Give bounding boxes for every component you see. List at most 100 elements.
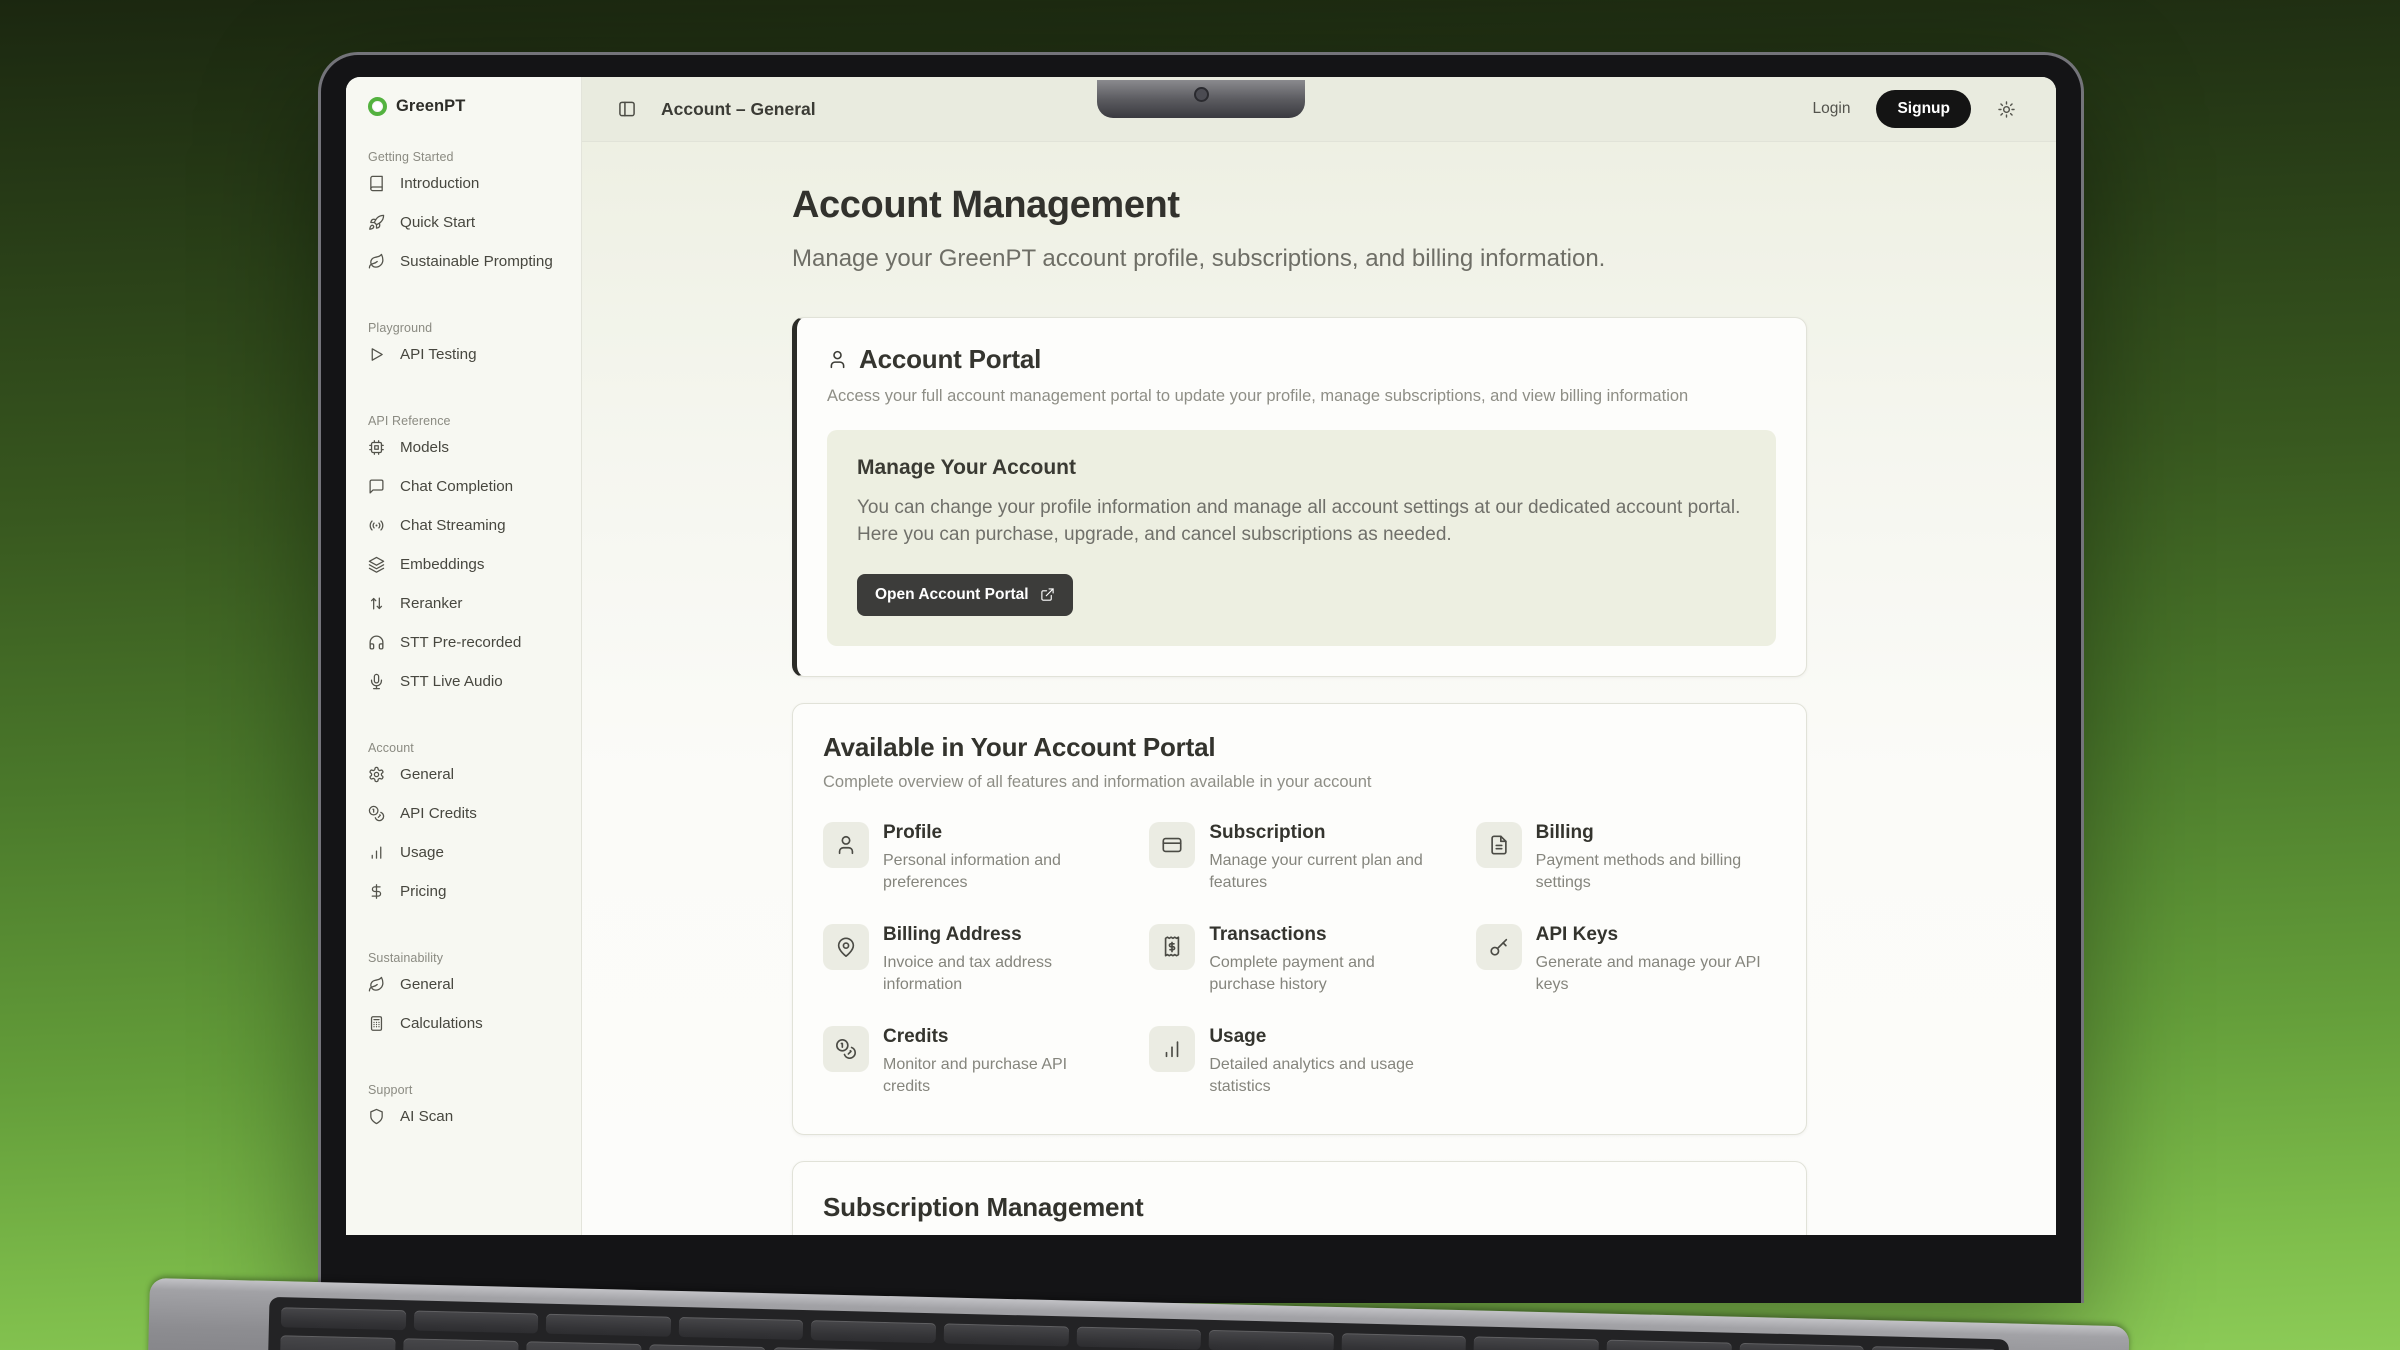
sidebar-item-stt-live-audio[interactable]: STT Live Audio [368,662,571,701]
feature-item-credits: CreditsMonitor and purchase API credits [823,1026,1123,1098]
open-account-portal-button[interactable]: Open Account Portal [857,574,1073,616]
sidebar-item-usage[interactable]: Usage [368,833,571,872]
gear-icon [368,766,385,783]
sidebar-item-chat-completion[interactable]: Chat Completion [368,467,571,506]
sidebar-item-label: AI Scan [400,1108,453,1125]
sidebar-item-label: API Credits [400,805,477,822]
account-portal-description: Access your full account management port… [827,387,1776,406]
signup-button[interactable]: Signup [1876,90,1971,128]
sidebar-section-account: AccountGeneralAPI CreditsUsagePricing [368,741,571,911]
portal-features-grid: ProfilePersonal information and preferen… [823,822,1776,1098]
receipt-icon [1161,936,1183,958]
dollar-icon [368,883,385,900]
feature-description: Generate and manage your API keys [1536,952,1776,996]
user-icon [835,834,857,856]
keyboard-key [1474,1336,1599,1350]
sidebar-item-label: Chat Completion [400,478,513,495]
sidebar-item-sustainable-prompting[interactable]: Sustainable Prompting [368,242,571,281]
keyboard-key [1209,1330,1334,1350]
sidebar-item-api-credits[interactable]: API Credits [368,794,571,833]
app-window: GreenPT Getting Started Introduction Quick… [346,77,2056,1235]
feature-text: CreditsMonitor and purchase API credits [883,1026,1123,1098]
sidebar-item-models[interactable]: Models [368,428,571,467]
manage-account-box: Manage Your Account You can change your … [827,430,1776,646]
topbar-title: Account – General [661,99,816,120]
sidebar-item-ai-scan[interactable]: AI Scan [368,1097,571,1136]
feature-title: Usage [1209,1026,1449,1048]
book-icon [368,175,385,192]
keyboard-key [679,1317,804,1340]
feature-text: SubscriptionManage your current plan and… [1209,822,1449,894]
feature-item-billing: BillingPayment methods and billing setti… [1476,822,1776,894]
feature-item-usage: UsageDetailed analytics and usage statis… [1149,1026,1449,1098]
feature-text: TransactionsComplete payment and purchas… [1209,924,1449,996]
manage-account-title: Manage Your Account [857,456,1746,480]
portal-features-title: Available in Your Account Portal [823,732,1776,763]
sidebar-item-calculations[interactable]: Calculations [368,1004,571,1043]
login-link[interactable]: Login [1813,100,1851,118]
sidebar-item-introduction[interactable]: Introduction [368,164,571,203]
laptop-screen-bezel: GreenPT Getting Started Introduction Quick… [318,52,2084,1303]
feature-item-api-keys: API KeysGenerate and manage your API key… [1476,924,1776,996]
main-area: Account – General Login Signup Account M… [582,77,2056,1235]
sidebar-item-reranker[interactable]: Reranker [368,584,571,623]
sidebar-item-label: General [400,766,454,783]
feature-icon-tile [823,924,869,970]
leaf-icon [368,976,385,993]
keyboard-key [413,1310,538,1333]
mappin-icon [835,936,857,958]
subscription-management-card: Subscription Management [792,1161,1807,1235]
sidebar-item-general[interactable]: General [368,965,571,1004]
play-icon [368,346,385,363]
sidebar-item-label: Usage [400,844,444,861]
sidebar-section-label: Playground [368,321,571,335]
account-portal-card: Account Portal Access your full account … [792,317,1807,677]
brand-name: GreenPT [396,97,465,116]
user-icon [827,349,848,370]
feature-icon-tile [1149,924,1195,970]
sidebar-item-label: STT Live Audio [400,673,503,690]
rocket-icon [368,214,385,231]
keyboard-key [811,1320,936,1343]
feature-icon-tile [1149,1026,1195,1072]
sidebar-item-stt-pre-recorded[interactable]: STT Pre-recorded [368,623,571,662]
sidebar-item-label: Chat Streaming [400,517,506,534]
keyboard-key [281,1307,406,1330]
theme-toggle-sun-icon[interactable] [1997,100,2016,119]
manage-account-body: You can change your profile information … [857,495,1746,549]
page-title: Account Management [792,184,2056,227]
feature-text: UsageDetailed analytics and usage statis… [1209,1026,1449,1098]
feature-icon-tile [1476,822,1522,868]
sidebar-item-quick-start[interactable]: Quick Start [368,203,571,242]
keyboard [264,1297,2009,1350]
sidebar-item-chat-streaming[interactable]: Chat Streaming [368,506,571,545]
sidebar-item-api-testing[interactable]: API Testing [368,335,571,374]
sidebar-section-support: SupportAI Scan [368,1083,571,1136]
barchart-icon [368,844,385,861]
sidebar-item-label: Calculations [400,1015,483,1032]
sidebar-item-label: Quick Start [400,214,475,231]
feature-icon-tile [1149,822,1195,868]
sidebar-item-label: Introduction [400,175,479,192]
feature-icon-tile [1476,924,1522,970]
sidebar-section-label: Getting Started [368,150,571,164]
feature-description: Invoice and tax address information [883,952,1123,996]
subscription-management-title: Subscription Management [823,1192,1776,1223]
sidebar-item-label: STT Pre-recorded [400,634,521,651]
sidebar-item-embeddings[interactable]: Embeddings [368,545,571,584]
keyboard-key [526,1341,642,1350]
topbar-actions: Login Signup [1813,90,2016,128]
sidebar-item-label: General [400,976,454,993]
brand[interactable]: GreenPT [368,97,571,116]
portal-features-subtitle: Complete overview of all features and in… [823,773,1776,792]
sidebar-toggle-icon[interactable] [617,99,637,119]
shield-icon [368,1108,385,1125]
coins-icon [835,1038,857,1060]
sidebar-item-pricing[interactable]: Pricing [368,872,571,911]
account-portal-title: Account Portal [859,344,1041,375]
feature-title: Billing [1536,822,1776,844]
sidebar-item-general[interactable]: General [368,755,571,794]
feature-text: Billing AddressInvoice and tax address i… [883,924,1123,996]
keyboard-key [1076,1327,1201,1350]
layers-icon [368,556,385,573]
